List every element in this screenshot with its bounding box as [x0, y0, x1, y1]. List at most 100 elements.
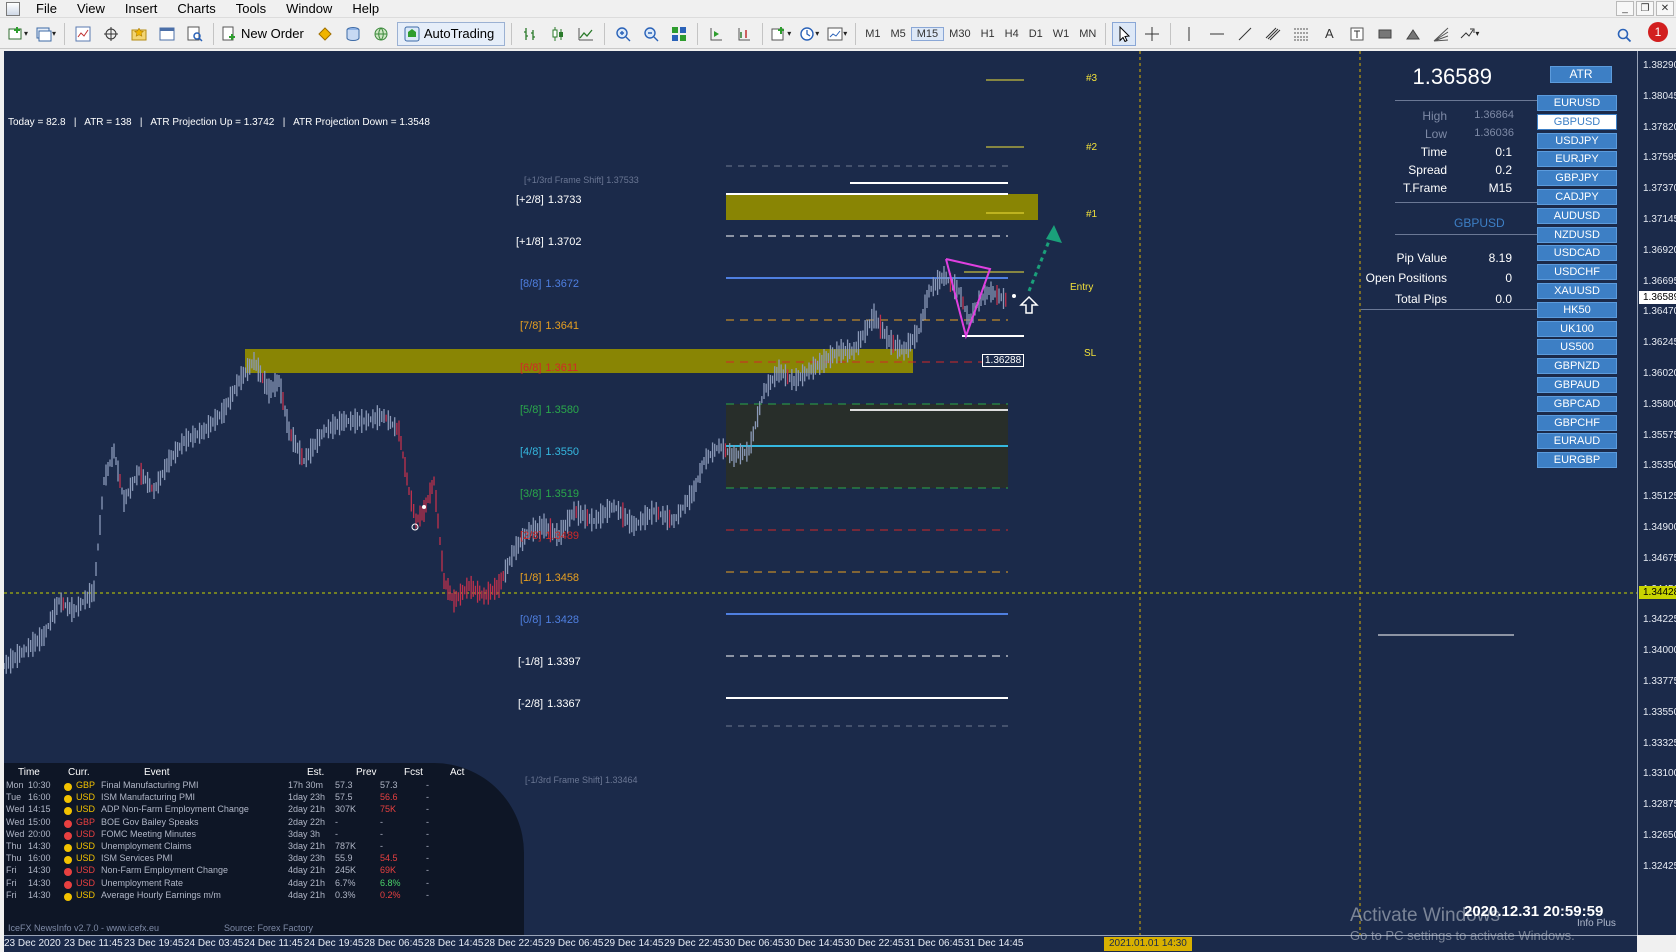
atr-button[interactable]: ATR — [1550, 66, 1612, 83]
symbol-button-gbpjpy[interactable]: GBPJPY — [1537, 170, 1617, 187]
price-axis[interactable]: 1.38290 1.38045 1.37820 1.37595 1.37370 1.371… — [1637, 51, 1676, 935]
equidistant-channel-button[interactable] — [1261, 22, 1285, 46]
news-cell-fcst: 75K — [380, 804, 397, 815]
symbol-button-hk50[interactable]: HK50 — [1537, 301, 1617, 318]
menu-view[interactable]: View — [67, 0, 115, 18]
new-chart-button[interactable]: ▾ — [6, 22, 30, 46]
news-row: Wed 14:15 USD ADP Non-Farm Employment Chang… — [4, 804, 524, 817]
cursor-tool-button[interactable] — [1112, 21, 1137, 46]
symbol-button-gbpnzd[interactable]: GBPNZD — [1537, 358, 1617, 375]
time-tick-label: 29 Dec 22:45 — [664, 938, 724, 949]
meta-editor-button[interactable] — [313, 22, 337, 46]
restore-icon[interactable]: ❐ — [1636, 1, 1654, 16]
menu-window[interactable]: Window — [276, 0, 342, 18]
symbol-button-eurjpy[interactable]: EURJPY — [1537, 151, 1617, 168]
timeframe-w1[interactable]: W1 — [1048, 28, 1075, 40]
news-cell-est: 3day 21h — [288, 841, 326, 851]
market-button[interactable] — [369, 22, 393, 46]
templates-button[interactable]: ▾ — [825, 22, 849, 46]
text-label-button[interactable] — [1345, 22, 1369, 46]
timeframe-mn[interactable]: MN — [1074, 28, 1101, 40]
symbol-button-gbpcad[interactable]: GBPCAD — [1537, 395, 1617, 412]
price-tick-label: 1.33325 — [1643, 737, 1676, 749]
timeframe-h1[interactable]: H1 — [976, 28, 1000, 40]
profiles-button[interactable]: ▾ — [34, 22, 58, 46]
symbol-button-audusd[interactable]: AUDUSD — [1537, 207, 1617, 224]
autotrading-button[interactable]: AutoTrading — [396, 21, 506, 46]
timeframe-d1[interactable]: D1 — [1024, 28, 1048, 40]
crosshair-target-icon — [104, 26, 118, 41]
timeframe-m30[interactable]: M30 — [944, 28, 975, 40]
news-panel: Time Curr. Event Est. Prev Fcst Act Mon 1… — [4, 763, 524, 935]
gann-fan-button[interactable] — [1429, 22, 1453, 46]
symbol-button-gbpusd[interactable]: GBPUSD — [1537, 113, 1617, 130]
new-order-button[interactable]: New Order — [220, 22, 309, 46]
toolbar-separator — [64, 22, 65, 45]
tile-windows-button[interactable] — [667, 22, 691, 46]
vertical-line-button[interactable] — [1177, 22, 1201, 46]
data-window-button[interactable] — [99, 22, 123, 46]
terminal-button[interactable] — [155, 22, 179, 46]
symbol-button-uk100[interactable]: UK100 — [1537, 320, 1617, 337]
rectangle-button[interactable] — [1373, 22, 1397, 46]
menu-help[interactable]: Help — [342, 0, 389, 18]
menu-charts[interactable]: Charts — [167, 0, 225, 18]
symbol-button-xauusd[interactable]: XAUUSD — [1537, 283, 1617, 299]
timeframe-h4[interactable]: H4 — [1000, 28, 1024, 40]
search-button[interactable] — [1612, 23, 1636, 47]
signals-button[interactable] — [341, 22, 365, 46]
news-cell-est: 4day 21h — [288, 889, 326, 900]
minimize-icon[interactable]: _ — [1616, 1, 1634, 16]
price-tick-label: 1.33100 — [1643, 768, 1676, 780]
symbol-button-usdcad[interactable]: USDCAD — [1537, 245, 1617, 262]
panel-symbol: GBPUSD — [1454, 216, 1505, 230]
murrey-level-price: 1.3611 — [545, 362, 579, 374]
navigator-button[interactable] — [127, 22, 151, 46]
new-chart-icon — [8, 26, 22, 39]
crosshair-tool-button[interactable] — [1140, 22, 1164, 46]
symbol-button-usdchf[interactable]: USDCHF — [1537, 264, 1617, 281]
panel-current-price: 1.36589 — [1412, 64, 1492, 89]
strategy-tester-button[interactable] — [183, 22, 207, 46]
candlestick-button[interactable] — [546, 22, 570, 46]
timeframe-m5[interactable]: M5 — [885, 28, 910, 40]
magnifier-chart-icon — [187, 26, 203, 42]
symbol-button-usdjpy[interactable]: USDJPY — [1537, 132, 1617, 149]
symbol-button-nzdusd[interactable]: NZDUSD — [1537, 226, 1617, 243]
indicators-button[interactable]: ▾ — [769, 22, 793, 46]
zoom-out-button[interactable] — [639, 22, 663, 46]
symbol-button-gbpaud[interactable]: GBPAUD — [1537, 377, 1617, 393]
news-cell-event: ISM Manufacturing PMI — [101, 792, 196, 803]
periods-button[interactable]: ▾ — [797, 22, 821, 46]
murrey-level-tag: [-2/8] — [518, 698, 544, 710]
timeframe-m15[interactable]: M15 — [910, 26, 945, 41]
symbol-button-euraud[interactable]: EURAUD — [1537, 433, 1617, 450]
zoom-in-button[interactable] — [611, 22, 635, 46]
symbol-button-gbpchf[interactable]: GBPCHF — [1537, 414, 1617, 431]
crosshair-icon — [1145, 26, 1160, 41]
symbol-button-us500[interactable]: US500 — [1537, 339, 1617, 356]
news-cell-curr: GBP — [76, 816, 96, 827]
bar-chart-button[interactable] — [518, 22, 542, 46]
symbol-button-cadjpy[interactable]: CADJPY — [1537, 189, 1617, 205]
arrows-button[interactable]: ▾ — [1457, 22, 1481, 46]
symbol-button-eurgbp[interactable]: EURGBP — [1537, 452, 1617, 469]
symbol-button-eurusd[interactable]: EURUSD — [1537, 95, 1617, 111]
fibonacci-button[interactable] — [1289, 22, 1313, 46]
timeframe-m1[interactable]: M1 — [860, 28, 885, 40]
menu-file[interactable]: File — [26, 0, 67, 18]
impact-dot-icon — [64, 807, 72, 816]
menu-insert[interactable]: Insert — [115, 0, 168, 18]
triangle-button[interactable] — [1401, 22, 1425, 46]
horizontal-line-button[interactable] — [1205, 22, 1229, 46]
auto-scroll-button[interactable] — [704, 22, 728, 46]
close-icon[interactable]: ✕ — [1656, 1, 1674, 16]
text-tool-button[interactable]: A — [1317, 22, 1341, 46]
trendline-button[interactable] — [1233, 22, 1257, 46]
chart-shift-button[interactable] — [732, 22, 756, 46]
line-chart-button[interactable] — [574, 22, 598, 46]
market-watch-button[interactable] — [71, 22, 95, 46]
news-cell-time: 14:30 — [28, 865, 51, 876]
notification-badge[interactable]: 1 — [1648, 22, 1668, 42]
menu-tools[interactable]: Tools — [226, 0, 276, 18]
